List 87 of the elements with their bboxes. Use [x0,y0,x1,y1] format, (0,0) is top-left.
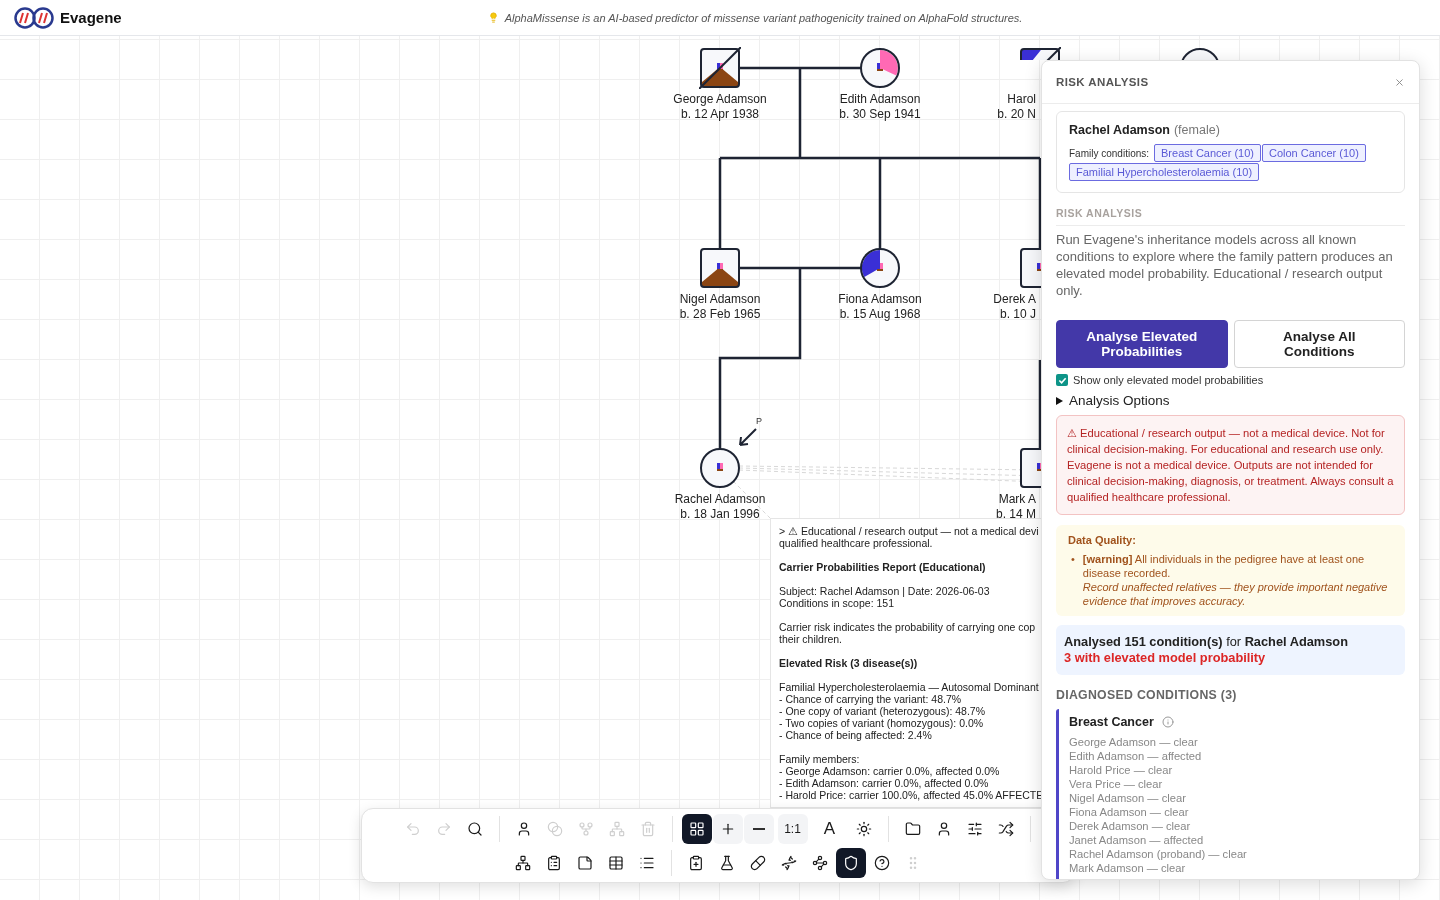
male-symbol[interactable] [699,247,741,289]
zoom-out-button[interactable] [743,813,774,844]
shield-button[interactable] [836,847,866,878]
person-name: Harol [1007,92,1036,107]
analyse-button[interactable]: Analyse Elevated Probabilities [1056,320,1228,368]
birth-date: b. 28 Feb 1965 [679,307,761,322]
person-name: Fiona Adamson [838,292,922,307]
person-name: Mark A [998,492,1036,507]
birth-date: b. 12 Apr 1938 [680,107,760,122]
birth-date: b. 14 M [995,507,1036,522]
male-symbol[interactable] [1019,247,1041,289]
report-line: - Edith Adamson: carrier 0.0%, affected 0.0% [779,777,990,789]
disclaimer-text: ⚠ Educational / research output — not a medical device. Not for clinical decision-making. For educational and research use only. Evagene is not a medical device. Outputs are not intended for clinical decision-making, diagnosis, or treatment. Always consult a qualified healthcare professional. [1056,415,1405,515]
proband-label: P [756,416,762,426]
grid-button[interactable] [681,813,712,844]
conditions-label: Family conditions: [1069,147,1150,159]
female-symbol[interactable] [859,47,901,89]
birth-date: b. 10 J [999,307,1036,322]
report-line: qualified healthcare professional. [779,537,934,549]
close-button[interactable] [1394,76,1405,88]
diagnosed-title: DIAGNOSED CONDITIONS (3) [1056,688,1238,702]
female-symbol[interactable] [859,247,901,289]
person-name: Nigel Adamson [679,292,761,307]
section-title: RISK ANALYSIS [1056,207,1405,226]
app-name: Evagene [60,9,122,26]
person-name: Rachel Adamson [1069,123,1170,137]
report-line: > ⚠ Educational / research output — not a medical devi [779,525,1040,537]
person-name: Rachel Adamson [674,492,766,507]
member-status: Harold Price — clear [1069,763,1174,777]
analyse-button[interactable]: Analyse All Conditions [1233,320,1405,368]
checkbox-label: Show only elevated model probabilities [1073,374,1264,386]
disclosure-icon[interactable] [1056,396,1063,405]
report-line: Subject: Rachel Adamson | Date: 2026-06-03 [779,585,991,597]
report-line: - Chance of being affected: 2.4% [779,729,933,741]
zoom-in-button[interactable] [712,813,743,844]
description-text: Run Evagene's inheritance models across all known conditions to explore where the family pattern produces an elevated model probability. Educational / research output only. [1056,231,1394,299]
report-heading: Elevated Risk (3 disease(s)) [779,657,919,669]
female-symbol[interactable] [699,447,741,489]
condition-tag: Familial Hypercholesterolaemia (10) [1069,163,1260,181]
person-sex: (female) [1173,123,1220,137]
person-name: Derek A [993,292,1036,307]
condition-name: Breast Cancer [1069,715,1154,729]
report-line: - One copy of variant (heterozygous): 48.7% [779,705,987,717]
birth-date: b. 30 Sep 1941 [839,107,921,122]
member-status: Vera Price — clear [1069,777,1164,791]
options-toggle[interactable]: Analysis Options [1069,393,1170,408]
member-status: George Adamson — clear [1069,735,1199,749]
toolbar-button[interactable]: A [814,813,845,844]
report-line: their children. [779,633,844,645]
report-line: Conditions in scope: 151 [779,597,895,609]
person-name: George Adamson [673,92,767,107]
logo-icon [14,6,54,29]
member-status: Edith Adamson — affected [1069,749,1203,763]
lightbulb-icon [487,12,499,23]
report-line: - Harold Price: carrier 100.0%, affected 45.0% AFFECTE [779,789,1045,801]
report-line: - Chance of carrying the variant: 48.7% [779,693,963,705]
member-status: Janet Adamson — affected [1069,833,1205,847]
checkbox[interactable] [1056,374,1068,386]
report-line: - George Adamson: carrier 0.0%, affected 0.0% [779,765,1001,777]
tip-text: AlphaMissense is an AI-based predictor of missense variant pathogenicity trained on AlphaFold structures. [504,11,1023,24]
report-line: Family members: [779,753,861,765]
person-name: Edith Adamson [839,92,921,107]
data-quality-title: Data Quality: [1068,534,1137,546]
birth-date: b. 18 Jan 1996 [680,507,760,522]
birth-date: b. 20 N [997,107,1036,122]
male-symbol[interactable] [1019,447,1041,489]
report-line: Carrier risk indicates the probability of carrying one cop [779,621,1037,633]
condition-tag: Colon Cancer (10) [1261,144,1366,162]
report-line: - Two copies of variant (homozygous): 0.0% [779,717,985,729]
panel-title: RISK ANALYSIS [1056,76,1149,88]
summary-text: Analysed 151 condition(s) for Rachel Adamson [1064,634,1349,650]
warning-text: [warning] All individuals in the pedigree have at least one disease recorded. [1082,552,1366,580]
report-heading: Carrier Probabilities Report (Educational) [779,561,987,573]
report-line: Familial Hypercholesterolaemia — Autosomal Dominant [779,681,1040,693]
male-symbol[interactable] [699,47,741,89]
birth-date: b. 15 Aug 1968 [839,307,921,322]
toolbar-button[interactable]: 1:1 [777,813,808,844]
member-status: Rachel Adamson (proband) — clear [1069,847,1248,861]
member-status: Fiona Adamson — clear [1069,805,1190,819]
member-status: Mark Adamson — clear [1069,861,1187,875]
member-status: Derek Adamson — clear [1069,819,1192,833]
elevated-count: 3 with elevated model probability [1064,650,1267,666]
bullet: • [1071,552,1075,567]
member-status: Nigel Adamson — clear [1069,791,1187,805]
close-icon [1394,76,1405,88]
warning-hint: Record unaffected relatives — they provide important negative evidence that improves accuracy. [1082,580,1389,608]
condition-tag: Breast Cancer (10) [1154,144,1261,162]
